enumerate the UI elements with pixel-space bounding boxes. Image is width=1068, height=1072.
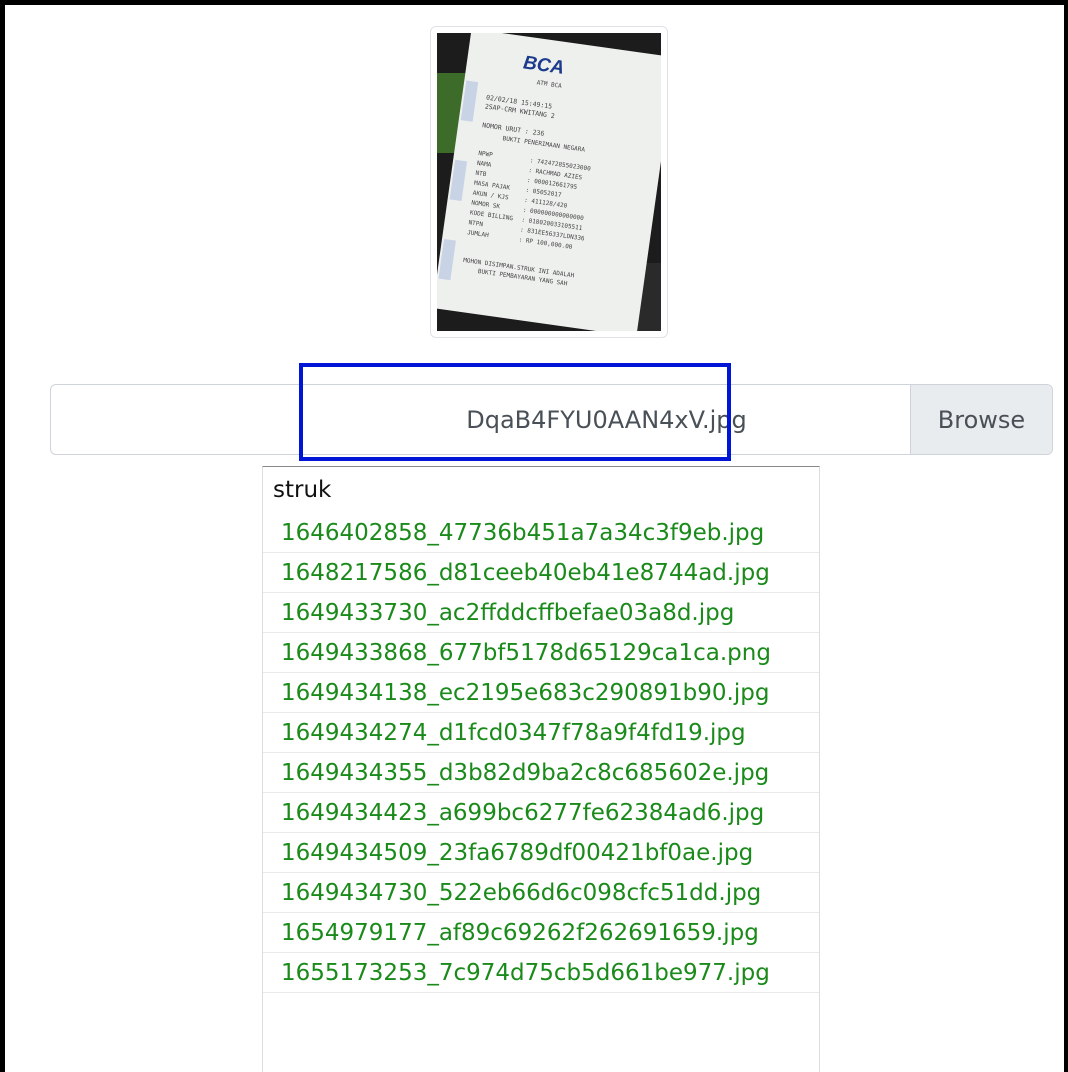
file-list-item[interactable]: 1655173253_7c974d75cb5d661be977.jpg — [263, 953, 819, 993]
file-list-item[interactable]: 1649434730_522eb66d6c098cfc51dd.jpg — [263, 873, 819, 913]
receipt-photo: BCA ATM BCA 02/02/18 15:49:15 2SAP-CRM K… — [437, 33, 661, 331]
folder-name: struk — [273, 477, 332, 503]
folder-dropdown: struk 1646402858_47736b451a7a34c3f9eb.jp… — [262, 466, 820, 1072]
file-list-item[interactable]: 1649433730_ac2ffddcffbefae03a8d.jpg — [263, 593, 819, 633]
file-list-item[interactable]: 1649434509_23fa6789df00421bf0ae.jpg — [263, 833, 819, 873]
file-list-item[interactable]: 1649433868_677bf5178d65129ca1ca.png — [263, 633, 819, 673]
file-list-item[interactable]: 1649434274_d1fcd0347f78a9f4fd19.jpg — [263, 713, 819, 753]
highlight-box — [299, 363, 731, 461]
browse-button[interactable]: Browse — [910, 385, 1052, 454]
image-preview: BCA ATM BCA 02/02/18 15:49:15 2SAP-CRM K… — [430, 26, 668, 338]
file-list-item[interactable]: 1654979177_af89c69262f262691659.jpg — [263, 913, 819, 953]
file-list-item[interactable]: 1648217586_d81ceeb40eb41e8744ad.jpg — [263, 553, 819, 593]
file-list-item[interactable]: 1649434423_a699bc6277fe62384ad6.jpg — [263, 793, 819, 833]
file-list-item[interactable]: 1646402858_47736b451a7a34c3f9eb.jpg — [263, 513, 819, 553]
file-list-item[interactable]: 1649434138_ec2195e683c290891b90.jpg — [263, 673, 819, 713]
file-list-item[interactable]: 1649434355_d3b82d9ba2c8c685602e.jpg — [263, 753, 819, 793]
file-list: 1646402858_47736b451a7a34c3f9eb.jpg 16482… — [263, 513, 819, 993]
